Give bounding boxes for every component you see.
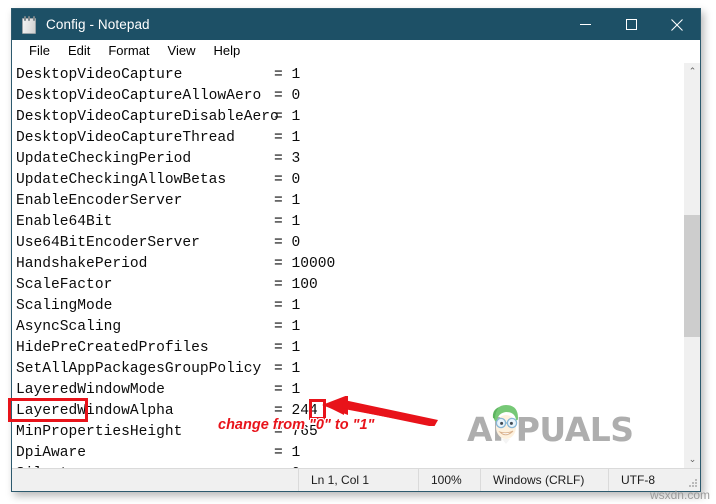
config-line: HidePreCreatedProfiles = 1 — [16, 338, 683, 359]
config-key: DpiAware — [16, 445, 87, 461]
resize-grip-icon[interactable] — [688, 479, 698, 489]
config-key: EnableEncoderServer — [16, 193, 183, 209]
config-line: LayeredWindowMode = 1 — [16, 380, 683, 401]
config-line: DesktopVideoCaptureThread = 1 — [16, 128, 683, 149]
config-key: DesktopVideoCapture — [16, 67, 183, 83]
config-line: MinPropertiesHeight = 765 — [16, 422, 683, 443]
config-value: = 0 — [274, 172, 301, 188]
config-key: DesktopVideoCaptureDisableAero — [16, 109, 279, 125]
config-value: = 1 — [274, 319, 301, 335]
config-key: UpdateCheckingPeriod — [16, 151, 192, 167]
config-key: AsyncScaling — [16, 319, 122, 335]
config-key: DesktopVideoCaptureThread — [16, 130, 235, 146]
notepad-icon — [21, 15, 38, 34]
menu-item-file[interactable]: File — [20, 41, 59, 62]
config-line: HandshakePeriod = 10000 — [16, 254, 683, 275]
menu-item-help[interactable]: Help — [204, 41, 249, 62]
config-line: LayeredWindowAlpha = 244 — [16, 401, 683, 422]
menu-bar: File Edit Format View Help — [12, 40, 700, 62]
config-line: DpiAware = 1 — [16, 443, 683, 464]
title-bar[interactable]: Config - Notepad — [12, 9, 700, 40]
config-line: SetAllAppPackagesGroupPolicy = 1 — [16, 359, 683, 380]
config-key: SetAllAppPackagesGroupPolicy — [16, 361, 262, 377]
window-controls — [562, 9, 700, 40]
config-line: Use64BitEncoderServer = 0 — [16, 233, 683, 254]
screenshot-root: Config - Notepad File Edit Format View H… — [0, 0, 716, 504]
scroll-down-icon[interactable]: ⌄ — [684, 451, 700, 468]
editor-area: DesktopVideoCapture = 1 DesktopVideoCaptur… — [12, 62, 700, 468]
config-value: = 0 — [274, 88, 301, 104]
close-icon — [671, 18, 683, 31]
notepad-window: Config - Notepad File Edit Format View H… — [11, 8, 701, 492]
scroll-up-icon[interactable]: ⌃ — [684, 63, 700, 80]
config-value: = 765 — [274, 424, 318, 440]
status-line-ending: Windows (CRLF) — [480, 469, 608, 491]
config-value: = 1 — [274, 214, 301, 230]
config-line: EnableEncoderServer = 1 — [16, 191, 683, 212]
config-key: Enable64Bit — [16, 214, 113, 230]
minimize-icon — [579, 24, 591, 25]
config-key: UpdateCheckingAllowBetas — [16, 172, 227, 188]
config-key: MinPropertiesHeight — [16, 424, 183, 440]
config-value: = 1 — [274, 361, 301, 377]
config-value: = 10000 — [274, 256, 336, 272]
status-encoding: UTF-8 — [608, 469, 700, 491]
config-value: = 1 — [274, 193, 301, 209]
config-line: DesktopVideoCapture = 1 — [16, 65, 683, 86]
config-line: Enable64Bit = 1 — [16, 212, 683, 233]
config-line: UpdateCheckingAllowBetas = 0 — [16, 170, 683, 191]
status-cursor-position: Ln 1, Col 1 — [298, 469, 418, 491]
config-key: ScaleFactor — [16, 277, 113, 293]
menu-item-view[interactable]: View — [159, 41, 205, 62]
config-key: HandshakePeriod — [16, 256, 148, 272]
config-key: Use64BitEncoderServer — [16, 235, 200, 251]
status-zoom-level[interactable]: 100% — [418, 469, 480, 491]
config-value: = 100 — [274, 277, 318, 293]
maximize-icon — [625, 19, 637, 30]
config-line: ScalingMode = 1 — [16, 296, 683, 317]
scrollbar-thumb[interactable] — [684, 215, 700, 337]
config-value: = 1 — [274, 340, 301, 356]
menu-item-format[interactable]: Format — [99, 41, 158, 62]
config-value: = 1 — [274, 382, 301, 398]
config-value: = 1 — [274, 109, 301, 125]
config-line: AsyncScaling = 1 — [16, 317, 683, 338]
text-editor[interactable]: DesktopVideoCapture = 1 DesktopVideoCaptur… — [12, 63, 683, 468]
config-value: = 1 — [274, 130, 301, 146]
config-key: DesktopVideoCaptureAllowAero — [16, 88, 262, 104]
minimize-button[interactable] — [562, 9, 608, 40]
config-value: = 244 — [274, 403, 318, 419]
config-key: ScalingMode — [16, 298, 113, 314]
config-value: = 1 — [274, 67, 301, 83]
config-key: LayeredWindowAlpha — [16, 403, 174, 419]
config-line: ScaleFactor = 100 — [16, 275, 683, 296]
config-key: LayeredWindowMode — [16, 382, 165, 398]
title-bar-left: Config - Notepad — [12, 15, 150, 34]
status-bar: Ln 1, Col 1 100% Windows (CRLF) UTF-8 — [12, 468, 700, 491]
config-value: = 3 — [274, 151, 301, 167]
maximize-button[interactable] — [608, 9, 654, 40]
config-value: = 1 — [274, 298, 301, 314]
config-line: UpdateCheckingPeriod = 3 — [16, 149, 683, 170]
menu-item-edit[interactable]: Edit — [59, 41, 99, 62]
config-value: = 0 — [274, 235, 301, 251]
status-bar-spacer — [12, 469, 298, 491]
config-line: DesktopVideoCaptureDisableAero = 1 — [16, 107, 683, 128]
config-line: DesktopVideoCaptureAllowAero = 0 — [16, 86, 683, 107]
window-title: Config - Notepad — [46, 17, 150, 32]
config-value: = 1 — [274, 445, 301, 461]
vertical-scrollbar[interactable]: ⌃ ⌄ — [683, 63, 700, 468]
config-key: HidePreCreatedProfiles — [16, 340, 209, 356]
close-button[interactable] — [654, 9, 700, 40]
